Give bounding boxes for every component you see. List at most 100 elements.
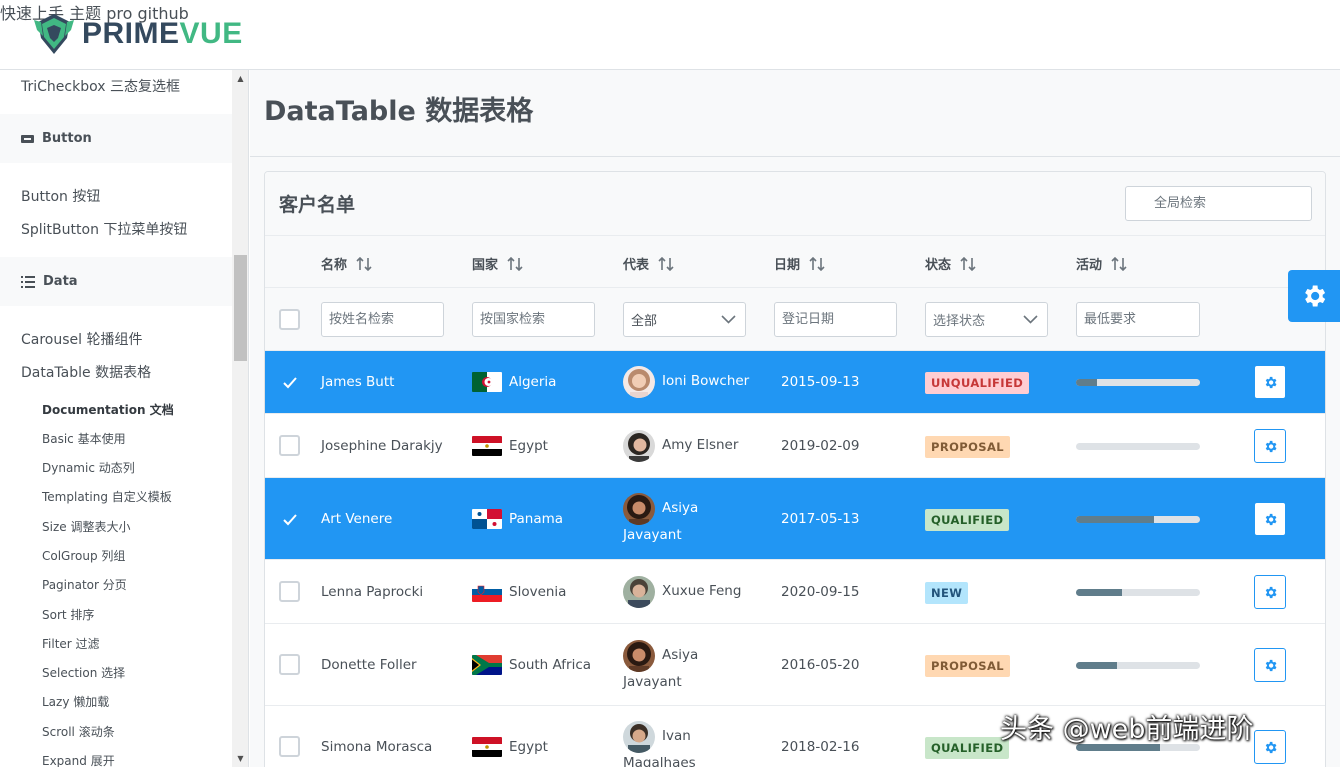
- global-search-input[interactable]: [1125, 186, 1312, 221]
- row-settings-button[interactable]: [1254, 648, 1286, 682]
- sidebar-subitem-paginator[interactable]: Paginator 分页: [42, 576, 127, 593]
- representative-name-line2: Magalhaes: [623, 755, 696, 767]
- sort-icon: [507, 256, 523, 271]
- sidebar-subitem-templating[interactable]: Templating 自定义模板: [42, 488, 172, 505]
- sidebar-item-carousel[interactable]: Carousel 轮播组件: [21, 329, 143, 349]
- row-checkbox[interactable]: [279, 435, 300, 456]
- sidebar-subitem-dynamic[interactable]: Dynamic 动态列: [42, 459, 135, 476]
- logo-wordmark: PRIMEVUE: [82, 17, 243, 50]
- column-header-label: 状态: [925, 258, 952, 273]
- row-settings-button[interactable]: [1254, 502, 1286, 536]
- avatar: [623, 493, 655, 525]
- gear-icon: [1265, 586, 1276, 598]
- sidebar-subitem-documentation[interactable]: Documentation 文档: [42, 401, 174, 418]
- registration-date: 2017-05-13: [781, 511, 860, 527]
- row-settings-button[interactable]: [1254, 730, 1286, 764]
- row-settings-button[interactable]: [1254, 429, 1286, 463]
- sort-icon: [356, 256, 372, 271]
- representative-name-line2: Javayant: [623, 527, 682, 543]
- representative-filter-dropdown[interactable]: 全部: [623, 302, 746, 337]
- table-row[interactable]: Art Venere Panama Asiya Javayant 2017-05…: [265, 478, 1325, 560]
- sidebar-menu: TriCheckbox 三态复选框 Button Button 按钮 Split…: [0, 70, 249, 767]
- status-filter-dropdown[interactable]: 选择状态: [925, 302, 1048, 337]
- sidebar-item-datatable[interactable]: DataTable 数据表格: [21, 362, 151, 382]
- date-filter-input[interactable]: [774, 302, 897, 337]
- sidebar-subitem-sort[interactable]: Sort 排序: [42, 606, 94, 623]
- status-badge: QUALIFIED: [925, 509, 1010, 531]
- activity-progress-bar: [1076, 516, 1200, 523]
- column-header-country[interactable]: 国家: [472, 254, 523, 273]
- theme-config-button[interactable]: [1288, 270, 1340, 322]
- sidebar-subitem-expand[interactable]: Expand 展开: [42, 752, 115, 767]
- activity-progress-fill: [1076, 589, 1122, 596]
- list-icon: [21, 275, 35, 288]
- egypt-flag-icon: [472, 436, 502, 456]
- sort-icon: [1111, 256, 1127, 271]
- table-row[interactable]: Josephine Darakjy Egypt Amy Elsner 2019-…: [265, 414, 1325, 478]
- column-header-representative[interactable]: 代表: [623, 254, 674, 273]
- slovenia-flag-icon: [472, 582, 502, 602]
- customer-name: Donette Foller: [321, 657, 417, 673]
- customer-name: Lenna Paprocki: [321, 584, 424, 600]
- activity-progress-fill: [1076, 516, 1155, 523]
- sidebar-subitem-selection[interactable]: Selection 选择: [42, 664, 125, 681]
- column-header-activity[interactable]: 活动: [1076, 254, 1127, 273]
- avatar: [623, 640, 655, 672]
- gear-icon: [1305, 285, 1326, 307]
- row-checkbox[interactable]: [279, 736, 300, 757]
- table-header: 客户名单: [265, 172, 1325, 236]
- representative-name: Xuxue Feng: [662, 583, 742, 599]
- customer-name: Art Venere: [321, 511, 393, 527]
- sidebar-scrollbar-track[interactable]: [232, 70, 248, 767]
- sidebar-item-tricheckbox[interactable]: TriCheckbox 三态复选框: [21, 76, 180, 96]
- page-title: DataTable 数据表格: [264, 96, 534, 127]
- sidebar-subitem-lazy[interactable]: Lazy 懒加载: [42, 693, 109, 710]
- table-caption: 客户名单: [279, 194, 356, 216]
- table-row[interactable]: Lenna Paprocki Slovenia Xuxue Feng 2020-…: [265, 560, 1325, 624]
- scroll-down-arrow-icon[interactable]: ▼: [232, 750, 248, 767]
- avatar: [623, 366, 655, 398]
- sidebar-subitem-filter[interactable]: Filter 过滤: [42, 635, 100, 652]
- registration-date: 2019-02-09: [781, 438, 860, 454]
- select-all-checkbox[interactable]: [279, 309, 300, 330]
- table-filter-row: 全部 选择状态: [265, 288, 1325, 351]
- sidebar-subitem-size[interactable]: Size 调整表大小: [42, 518, 130, 535]
- activity-filter-input[interactable]: [1076, 302, 1200, 337]
- column-header-date[interactable]: 日期: [774, 254, 825, 273]
- status-badge: PROPOSAL: [925, 436, 1010, 458]
- registration-date: 2016-05-20: [781, 657, 860, 673]
- check-icon[interactable]: [282, 513, 298, 527]
- sort-icon: [960, 256, 976, 271]
- activity-progress-fill: [1076, 379, 1098, 386]
- name-filter-input[interactable]: [321, 302, 444, 337]
- activity-progress-fill: [1076, 662, 1117, 669]
- sidebar-item-button[interactable]: Button 按钮: [21, 186, 100, 206]
- table-row[interactable]: James Butt Algeria Ioni Bowcher 2015-09-…: [265, 351, 1325, 414]
- country-filter-input[interactable]: [472, 302, 595, 337]
- algeria-flag-icon: [472, 372, 502, 392]
- sidebar-scrollbar-thumb[interactable]: [234, 255, 247, 361]
- gear-icon: [1265, 440, 1276, 452]
- row-checkbox[interactable]: [279, 654, 300, 675]
- column-header-name[interactable]: 名称: [321, 254, 372, 273]
- scroll-up-arrow-icon[interactable]: ▲: [232, 70, 248, 87]
- sort-icon: [658, 256, 674, 271]
- sidebar-subitem-basic[interactable]: Basic 基本使用: [42, 430, 126, 447]
- main-content: DataTable 数据表格 客户名单 名称 国家 代表 日期 状态 活动 全部: [250, 70, 1340, 767]
- representative-name: Ivan: [662, 728, 691, 744]
- column-header-status[interactable]: 状态: [925, 254, 976, 273]
- sidebar-subitem-colgroup[interactable]: ColGroup 列组: [42, 547, 125, 564]
- gear-icon: [1265, 513, 1276, 525]
- row-settings-button[interactable]: [1254, 365, 1286, 399]
- sidebar-subitem-scroll[interactable]: Scroll 滚动条: [42, 723, 115, 740]
- check-icon[interactable]: [282, 376, 298, 390]
- primevue-logo[interactable]: PRIMEVUE: [34, 11, 243, 57]
- table-row[interactable]: Donette Foller South Africa Asiya Javaya…: [265, 624, 1325, 706]
- row-settings-button[interactable]: [1254, 575, 1286, 609]
- row-checkbox[interactable]: [279, 581, 300, 602]
- avatar: [623, 721, 655, 753]
- representative-name: Ioni Bowcher: [662, 373, 750, 389]
- sidebar-item-splitbutton[interactable]: SplitButton 下拉菜单按钮: [21, 219, 187, 239]
- representative-name: Asiya: [662, 647, 699, 663]
- activity-progress-bar: [1076, 443, 1200, 450]
